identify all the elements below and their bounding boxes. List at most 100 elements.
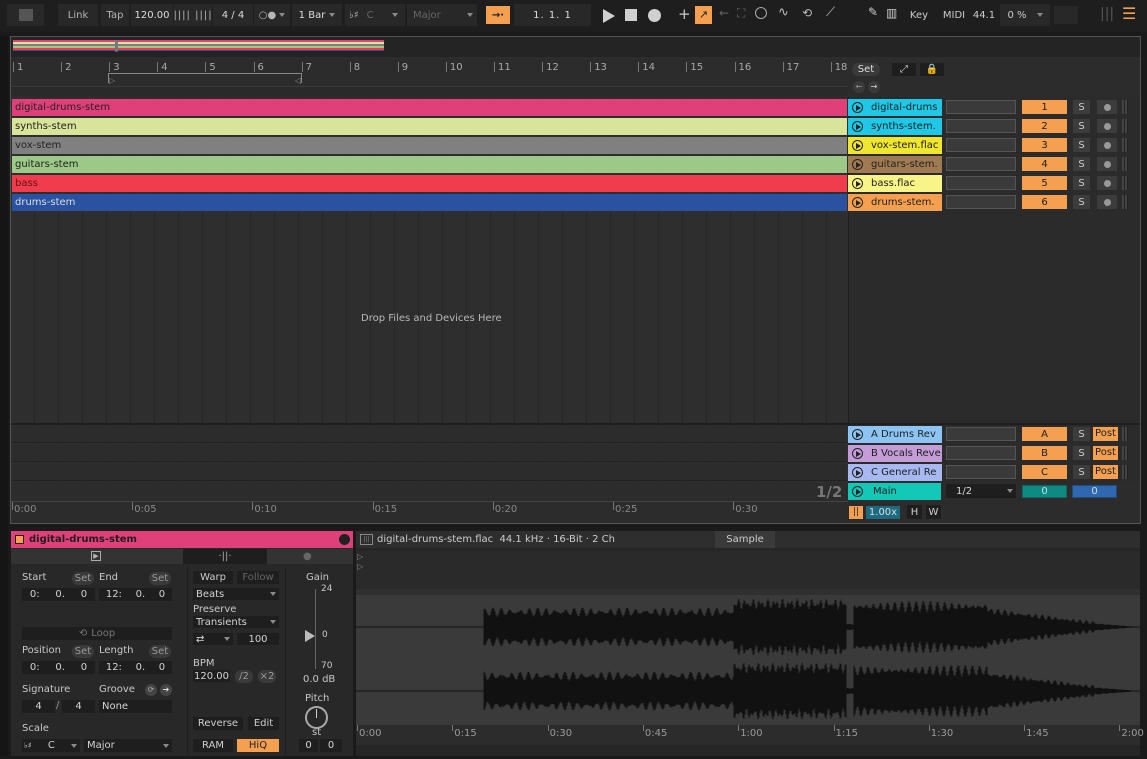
link-button[interactable]: Link [58, 4, 98, 26]
track-activator[interactable]: 2 [1022, 119, 1067, 133]
gain-slider-handle[interactable] [305, 630, 315, 642]
solo-button[interactable]: S [1073, 100, 1090, 114]
track-activator[interactable]: 1 [1022, 100, 1067, 114]
loop-start-marker[interactable]: ▷ [109, 76, 115, 85]
post-button[interactable]: Post [1093, 465, 1118, 479]
waveform[interactable] [356, 595, 1140, 725]
play-icon[interactable] [852, 197, 863, 208]
automation-arm-icon[interactable]: ↗ [695, 6, 712, 24]
zoom-value[interactable]: 1.00x [866, 506, 900, 519]
groove-commit-icon[interactable]: ➔ [160, 684, 172, 696]
waveform-zoom-icon[interactable]: || [849, 506, 863, 519]
position-field[interactable]: 1. 1. 1 [514, 4, 591, 26]
play-icon[interactable] [852, 159, 863, 170]
start-set-button[interactable]: Set [72, 572, 94, 585]
main-volume-right[interactable]: 0 [1072, 485, 1117, 498]
hiq-button[interactable]: HiQ [237, 739, 279, 752]
return-activator[interactable]: A [1022, 427, 1067, 441]
play-icon[interactable] [852, 121, 863, 132]
curve-icon[interactable]: ∿ [778, 5, 789, 20]
signature-denominator[interactable]: 4 [62, 700, 95, 713]
loop-end-marker[interactable]: ◁ [295, 76, 301, 85]
set-locator-button[interactable]: Set [852, 63, 880, 76]
play-icon[interactable] [852, 429, 863, 440]
signature-numerator[interactable]: 4 [22, 700, 55, 713]
track-activator[interactable]: 4 [1022, 157, 1067, 171]
arrangement-clip[interactable]: vox-stem [12, 137, 847, 154]
length-field[interactable]: 12: 0. 0 [99, 661, 172, 674]
return-track-lane[interactable] [12, 445, 847, 462]
return-track-slot[interactable]: B Vocals Reve [848, 445, 942, 462]
loop-mode-select[interactable]: ⇄ [193, 633, 233, 645]
play-icon[interactable] [852, 178, 863, 189]
return-activator[interactable]: C [1022, 465, 1067, 479]
grain-amount-field[interactable]: 100 [237, 633, 279, 645]
track-clip-slot[interactable]: bass.flac [848, 175, 942, 192]
follow-button[interactable]: →· [486, 6, 510, 24]
play-icon[interactable] [852, 140, 863, 151]
punch-icon[interactable]: ⟋ [826, 5, 835, 20]
return-track-slot[interactable]: C General Re [848, 464, 942, 481]
arrangement-clip[interactable]: digital-drums-stem [12, 99, 847, 116]
width-toggle[interactable]: W [926, 505, 941, 519]
follow-button[interactable]: Follow [237, 571, 279, 584]
groove-select[interactable]: None [99, 700, 172, 713]
overview-strip[interactable] [11, 37, 1140, 57]
arm-button[interactable] [1097, 176, 1117, 190]
session-record-icon[interactable] [755, 7, 767, 19]
preserve-select[interactable]: Transients [193, 616, 279, 628]
return-track-slot[interactable]: A Drums Rev [848, 426, 942, 443]
solo-button[interactable]: S [1073, 427, 1090, 441]
keyboard-icon[interactable]: ▥ [886, 6, 897, 20]
cue-out-select[interactable]: 1/2 [946, 484, 1016, 498]
back-arrow-icon[interactable]: ← [719, 6, 729, 20]
menu-icon[interactable]: ☰ [1122, 4, 1136, 23]
arrangement-clip[interactable]: bass [12, 175, 847, 192]
bpm-field[interactable]: 120.00 [193, 670, 230, 682]
solo-button[interactable]: S [1073, 446, 1090, 460]
save-icon[interactable] [339, 534, 350, 545]
return-activator[interactable]: B [1022, 446, 1067, 460]
tap-button[interactable]: Tap [101, 4, 129, 26]
return-track-lane[interactable] [12, 464, 847, 481]
signature-field[interactable]: 4 / 4 [213, 4, 253, 26]
play-icon[interactable] [852, 486, 863, 497]
lock-icon[interactable]: 🔒 [920, 63, 944, 76]
main-slot[interactable]: Main [848, 483, 941, 500]
arm-button[interactable] [1097, 138, 1117, 152]
end-field[interactable]: 12: 0. 0 [99, 588, 172, 601]
play-icon[interactable] [852, 448, 863, 459]
key-map-button[interactable]: Key [904, 4, 934, 26]
loop-start-marker[interactable]: ▷ [357, 562, 363, 571]
position-set-button[interactable]: Set [72, 645, 94, 658]
pitch-knob[interactable] [305, 706, 328, 729]
add-icon[interactable]: + [678, 5, 691, 23]
sample-time-ruler[interactable]: 0:00 0:15 0:30 0:45 1:00 1:15 1:30 1:45 … [356, 725, 1144, 745]
track-clip-slot[interactable]: guitars-stem. [848, 156, 942, 173]
prev-locator-icon[interactable]: ← [853, 81, 865, 93]
start-field[interactable]: 0: 0. 0 [22, 588, 95, 601]
solo-button[interactable]: S [1073, 176, 1090, 190]
capture-icon[interactable]: ⛶ [737, 6, 745, 21]
main-volume-left[interactable]: 0 [1022, 485, 1067, 498]
scale-select[interactable]: Major [407, 4, 477, 26]
height-toggle[interactable]: H [907, 505, 922, 519]
nudge-icon[interactable]: |||| |||| [173, 4, 212, 26]
tab-clip[interactable]: ▶ [91, 551, 101, 561]
arm-button[interactable] [1097, 100, 1117, 114]
ram-button[interactable]: RAM [193, 739, 233, 752]
post-button[interactable]: Post [1093, 446, 1118, 460]
half-tempo-button[interactable]: /2 [235, 670, 253, 683]
arrangement-clip[interactable]: drums-stem [12, 194, 847, 211]
stop-icon[interactable] [625, 9, 637, 21]
return-track-lane[interactable] [12, 426, 847, 443]
scale-mode-select[interactable]: Major [84, 739, 172, 752]
clip-title-bar[interactable]: digital-drums-stem [11, 531, 353, 548]
track-clip-slot[interactable]: drums-stem. [848, 194, 942, 211]
sample-marker-lane[interactable]: ▷ ▷ [356, 551, 1140, 589]
warp-button[interactable]: Warp [193, 571, 233, 584]
solo-button[interactable]: S [1073, 465, 1090, 479]
end-set-button[interactable]: Set [149, 572, 171, 585]
pencil-icon[interactable]: ✎ [868, 5, 878, 19]
tab-audio[interactable]: ·||· [183, 549, 267, 564]
